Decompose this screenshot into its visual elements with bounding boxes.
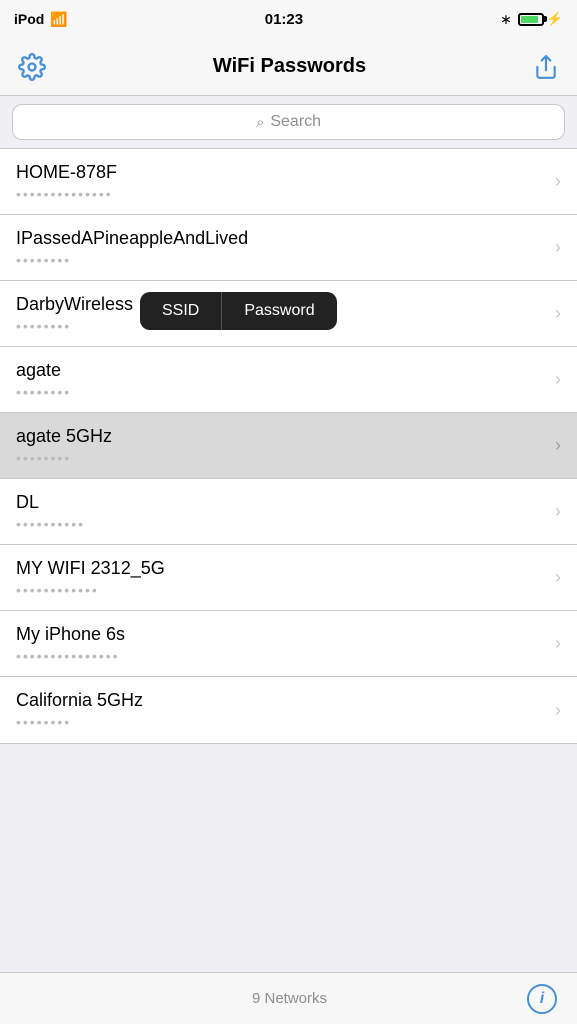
- network-ssid: California 5GHz: [16, 690, 143, 711]
- network-ssid: HOME-878F: [16, 162, 117, 183]
- navigation-bar: WiFi Passwords: [0, 38, 577, 96]
- network-ssid: My iPhone 6s: [16, 624, 125, 645]
- list-item[interactable]: agate •••••••• › SSID Password: [0, 347, 577, 413]
- network-ssid: IPassedAPineappleAndLived: [16, 228, 248, 249]
- charge-icon: ⚡: [547, 11, 563, 27]
- network-info: My iPhone 6s •••••••••••••••: [16, 624, 125, 664]
- status-left: iPod 📶: [14, 11, 68, 28]
- context-tooltip: SSID Password: [140, 292, 337, 330]
- network-info: DarbyWireless ••••••••: [16, 294, 133, 334]
- chevron-right-icon: ›: [555, 633, 561, 654]
- network-ssid: MY WIFI 2312_5G: [16, 558, 165, 579]
- network-info: IPassedAPineappleAndLived ••••••••: [16, 228, 248, 268]
- carrier-label: iPod: [14, 11, 44, 27]
- chevron-right-icon: ›: [555, 435, 561, 456]
- network-password: ••••••••: [16, 714, 143, 730]
- tooltip-password-button[interactable]: Password: [222, 292, 336, 330]
- network-password: ••••••••••: [16, 516, 85, 532]
- network-password: ••••••••: [16, 450, 112, 466]
- network-list: HOME-878F •••••••••••••• › IPassedAPinea…: [0, 148, 577, 744]
- list-item[interactable]: IPassedAPineappleAndLived •••••••• ›: [0, 215, 577, 281]
- footer-bar: 9 Networks i: [0, 972, 577, 1024]
- search-container: ⌕ Search: [0, 96, 577, 148]
- network-info: agate ••••••••: [16, 360, 71, 400]
- page-title: WiFi Passwords: [213, 55, 366, 78]
- battery-fill: [521, 16, 538, 23]
- chevron-right-icon: ›: [555, 567, 561, 588]
- chevron-right-icon: ›: [555, 237, 561, 258]
- search-icon: ⌕: [256, 114, 264, 131]
- status-bar: iPod 📶 01:23 ∗ ⚡: [0, 0, 577, 38]
- chevron-right-icon: ›: [555, 700, 561, 721]
- list-item[interactable]: DL •••••••••• ›: [0, 479, 577, 545]
- search-bar[interactable]: ⌕ Search: [12, 104, 565, 140]
- chevron-right-icon: ›: [555, 369, 561, 390]
- chevron-right-icon: ›: [555, 501, 561, 522]
- search-placeholder: Search: [270, 113, 321, 131]
- network-ssid: DarbyWireless: [16, 294, 133, 315]
- network-ssid: DL: [16, 492, 85, 513]
- tooltip-ssid-button[interactable]: SSID: [140, 292, 221, 330]
- chevron-right-icon: ›: [555, 171, 561, 192]
- info-icon: i: [540, 990, 544, 1008]
- network-info: DL ••••••••••: [16, 492, 85, 532]
- network-password: ••••••••: [16, 252, 248, 268]
- network-count-label: 9 Networks: [52, 990, 527, 1007]
- wifi-icon: 📶: [50, 11, 67, 28]
- main-content: ⌕ Search HOME-878F •••••••••••••• › IPas…: [0, 96, 577, 804]
- battery-indicator: ⚡: [518, 11, 563, 27]
- settings-button[interactable]: [14, 49, 50, 85]
- info-button[interactable]: i: [527, 984, 557, 1014]
- network-password: ••••••••: [16, 384, 71, 400]
- bluetooth-icon: ∗: [500, 11, 512, 28]
- list-item[interactable]: MY WIFI 2312_5G •••••••••••• ›: [0, 545, 577, 611]
- network-password: ••••••••: [16, 318, 133, 334]
- list-item[interactable]: HOME-878F •••••••••••••• ›: [0, 149, 577, 215]
- share-button[interactable]: [529, 50, 563, 84]
- network-info: agate 5GHz ••••••••: [16, 426, 112, 466]
- status-right: ∗ ⚡: [500, 11, 563, 28]
- network-password: ••••••••••••: [16, 582, 165, 598]
- status-time: 01:23: [265, 11, 303, 28]
- network-password: •••••••••••••••: [16, 648, 125, 664]
- share-icon: [533, 54, 559, 80]
- network-password: ••••••••••••••: [16, 186, 117, 202]
- network-info: MY WIFI 2312_5G ••••••••••••: [16, 558, 165, 598]
- list-item[interactable]: agate 5GHz •••••••• ›: [0, 413, 577, 479]
- network-info: California 5GHz ••••••••: [16, 690, 143, 730]
- battery-icon: [518, 13, 544, 26]
- chevron-right-icon: ›: [555, 303, 561, 324]
- network-info: HOME-878F ••••••••••••••: [16, 162, 117, 202]
- network-ssid: agate 5GHz: [16, 426, 112, 447]
- list-item[interactable]: My iPhone 6s ••••••••••••••• ›: [0, 611, 577, 677]
- gear-icon: [18, 53, 46, 81]
- network-ssid: agate: [16, 360, 71, 381]
- list-item[interactable]: California 5GHz •••••••• ›: [0, 677, 577, 743]
